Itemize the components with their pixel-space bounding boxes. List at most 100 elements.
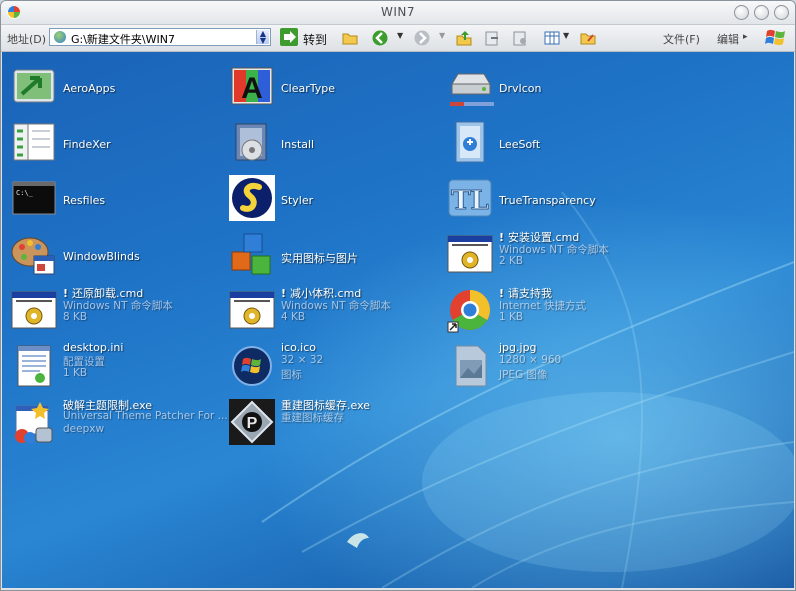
forward-icon[interactable]	[413, 29, 431, 47]
windows-orb-icon	[232, 346, 272, 386]
item-name: LeeSoft	[499, 138, 541, 151]
item-type: 图标	[281, 369, 302, 381]
folder-options-icon[interactable]	[579, 29, 597, 47]
list-item[interactable]: ico.ico 32 × 32 图标	[222, 338, 440, 390]
rebuild-cache-icon: P	[229, 399, 275, 445]
cubes-icon	[231, 233, 271, 275]
maximize-button[interactable]	[754, 5, 769, 20]
back-icon[interactable]	[371, 29, 389, 47]
list-item[interactable]: desktop.ini 配置设置 1 KB	[4, 338, 222, 390]
theme-patcher-icon	[15, 402, 53, 444]
list-item[interactable]: ! 还原卸载.cmd Windows NT 命令脚本 8 KB	[4, 282, 222, 334]
list-item[interactable]: 实用图标与图片	[222, 226, 440, 278]
item-name: DrvIcon	[499, 82, 542, 95]
item-name: ClearType	[281, 82, 336, 95]
styler-icon	[229, 175, 275, 221]
notepad-icon	[17, 345, 51, 387]
address-globe-icon	[54, 31, 66, 43]
item-dimensions: 1280 × 960	[499, 354, 562, 366]
svg-text:P: P	[247, 415, 258, 432]
leesoft-icon	[455, 121, 485, 163]
list-item[interactable]: WindowBlinds	[4, 226, 222, 278]
menu-file[interactable]: 文件(F)	[663, 31, 700, 47]
item-name: WindowBlinds	[63, 250, 140, 263]
item-name: AeroApps	[63, 82, 116, 95]
install-icon	[235, 123, 267, 161]
item-type: JPEG 图像	[499, 369, 548, 381]
list-item[interactable]: jpg.jpg 1280 × 960 JPEG 图像	[440, 338, 658, 390]
item-dimensions: 32 × 32	[281, 354, 324, 366]
cmd-script-icon	[447, 235, 493, 273]
item-name: 实用图标与图片	[281, 252, 358, 265]
item-name: TrueTransparency	[499, 194, 596, 207]
chrome-shortcut-icon	[447, 290, 490, 333]
findexer-icon	[13, 123, 55, 161]
title-bar[interactable]: WIN7	[1, 1, 795, 25]
views-dropdown-icon[interactable]: ▼	[563, 31, 569, 40]
drive-icon	[450, 73, 494, 106]
list-item[interactable]: ! 请支持我 Internet 快捷方式 1 KB	[440, 282, 658, 334]
explorer-window: WIN7 地址(D) G:\新建文件夹\WIN7 ▲ ▼ 转到 ▼ ▼ ▼ 文件…	[0, 0, 796, 591]
list-item[interactable]: C:\_ Resfiles	[4, 170, 222, 222]
go-button[interactable]: 转到	[303, 31, 327, 48]
item-name: jpg.jpg	[499, 341, 537, 354]
windowblinds-icon	[11, 237, 55, 275]
aeroapps-icon	[13, 69, 55, 103]
address-input[interactable]: G:\新建文件夹\WIN7 ▲ ▼	[49, 28, 271, 46]
svg-text:A: A	[241, 72, 263, 105]
up-folder-icon[interactable]	[455, 29, 473, 47]
item-name: Resfiles	[63, 194, 106, 207]
item-size: 1 KB	[63, 367, 88, 379]
item-size: 2 KB	[499, 255, 524, 267]
item-size: 1 KB	[499, 311, 524, 323]
list-item[interactable]: A ClearType	[222, 58, 440, 110]
menu-more-chevron-icon[interactable]: ▸	[743, 32, 748, 42]
list-item[interactable]: Install	[222, 114, 440, 166]
folder-icon[interactable]	[341, 29, 359, 47]
back-dropdown-icon[interactable]: ▼	[397, 31, 403, 40]
list-item[interactable]: ! 安装设置.cmd Windows NT 命令脚本 2 KB	[440, 226, 658, 278]
list-item[interactable]: FindeXer	[4, 114, 222, 166]
list-item[interactable]: ! 减小体积.cmd Windows NT 命令脚本 4 KB	[222, 282, 440, 334]
address-value: G:\新建文件夹\WIN7	[71, 33, 175, 46]
window-title: WIN7	[380, 5, 415, 19]
jpeg-file-icon	[455, 345, 487, 387]
item-size: 4 KB	[281, 311, 306, 323]
minimize-button[interactable]	[734, 5, 749, 20]
list-item[interactable]: LeeSoft	[440, 114, 658, 166]
list-item[interactable]: 破解主题限制.exe Universal Theme Patcher For .…	[4, 394, 228, 446]
item-name: Install	[281, 138, 315, 151]
address-dropdown-button[interactable]: ▲ ▼	[256, 30, 269, 45]
item-name: Styler	[281, 194, 314, 207]
list-item[interactable]: TL TrueTransparency	[440, 170, 658, 222]
forward-dropdown-icon[interactable]: ▼	[439, 31, 445, 40]
address-label: 地址(D)	[7, 33, 47, 46]
svg-text:C:\_: C:\_	[16, 189, 34, 197]
cleartype-icon: A	[231, 67, 273, 105]
item-name: FindeXer	[63, 138, 111, 151]
list-item[interactable]: P 重建图标缓存.exe 重建图标缓存	[222, 394, 440, 446]
list-item[interactable]: AeroApps	[4, 58, 222, 110]
file-view[interactable]: AeroApps A ClearType DrvIcon FindeXer In…	[2, 52, 794, 588]
item-name: desktop.ini	[63, 341, 124, 354]
copy-to-icon[interactable]	[511, 29, 529, 47]
toolbar: 地址(D) G:\新建文件夹\WIN7 ▲ ▼ 转到 ▼ ▼ ▼ 文件(F) 编…	[1, 25, 795, 52]
svg-text:TL: TL	[451, 186, 489, 216]
item-company: deepxw	[63, 423, 105, 435]
list-item[interactable]: DrvIcon	[440, 58, 658, 110]
item-name: ico.ico	[281, 341, 316, 354]
go-arrow-icon[interactable]	[280, 28, 298, 46]
close-button[interactable]	[774, 5, 789, 20]
menu-edit[interactable]: 编辑	[717, 31, 739, 47]
move-to-icon[interactable]	[483, 29, 501, 47]
item-size: 8 KB	[63, 311, 88, 323]
list-item[interactable]: Styler	[222, 170, 440, 222]
cmd-script-icon	[229, 291, 275, 329]
item-description: 重建图标缓存	[281, 412, 344, 424]
cmd-script-icon	[11, 291, 57, 329]
windows-flag-icon	[765, 29, 785, 46]
item-description: Universal Theme Patcher For ...	[63, 410, 228, 422]
views-icon[interactable]	[543, 29, 561, 47]
truetransparency-icon: TL	[448, 179, 492, 217]
console-icon: C:\_	[12, 181, 56, 215]
